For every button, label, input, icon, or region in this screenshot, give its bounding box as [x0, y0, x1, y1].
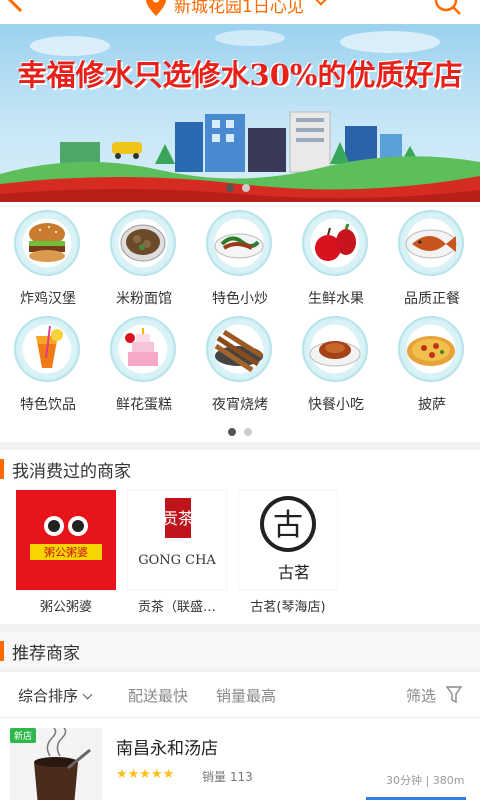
- location-pin-icon: [146, 0, 166, 16]
- merchant-logo: 粥公粥婆: [16, 490, 116, 590]
- visited-section-header: 我消费过的商家: [0, 450, 480, 486]
- pager-dot: [244, 428, 252, 436]
- section-title: 推荐商家: [12, 644, 80, 664]
- shop-card[interactable]: 新店 南昌永和汤店 ★★★★★ 销量 113 30分钟 | 380m: [0, 718, 480, 800]
- section-accent-bar: [0, 459, 4, 479]
- merchant-card[interactable]: 粥公粥婆 粥公粥婆: [16, 490, 116, 616]
- drink-icon: [14, 316, 80, 382]
- merchant-logo: 古 古茗: [238, 490, 338, 590]
- location-label[interactable]: 新城花园1日心见: [174, 0, 304, 17]
- category-item[interactable]: 快餐小吃: [288, 308, 384, 414]
- banner-pager: [226, 184, 250, 192]
- category-label: 夜宵烧烤: [212, 397, 268, 413]
- category-item[interactable]: 特色饮品: [0, 308, 96, 414]
- category-label: 米粉面馆: [116, 291, 172, 307]
- category-label: 特色饮品: [20, 397, 76, 413]
- burger-icon: [14, 210, 80, 276]
- recommend-section-header: 推荐商家: [0, 632, 480, 668]
- chevron-down-icon: [82, 689, 93, 700]
- bbq-icon: [206, 316, 272, 382]
- sort-option-sales[interactable]: 销量最高: [216, 685, 276, 706]
- stir-fry-icon: [206, 210, 272, 276]
- merchant-card[interactable]: 贡茶 GONG CHA 贡茶（联盛…: [127, 490, 227, 616]
- fast-food-icon: [302, 316, 368, 382]
- category-label: 披萨: [418, 397, 446, 413]
- search-icon[interactable]: [434, 0, 462, 16]
- category-item[interactable]: 披萨: [384, 308, 480, 414]
- filter-button[interactable]: 筛选: [406, 685, 436, 706]
- cake-icon: [110, 316, 176, 382]
- pizza-icon: [398, 316, 464, 382]
- rating-stars: ★★★★★: [116, 767, 175, 782]
- merchant-card[interactable]: 古 古茗 古茗(琴海店): [238, 490, 338, 616]
- category-item[interactable]: 炸鸡汉堡: [0, 202, 96, 308]
- new-shop-badge: 新店: [10, 728, 37, 743]
- merchant-logo-mark: 古: [273, 508, 303, 543]
- merchant-logo-sub: 贡茶: [162, 509, 194, 528]
- category-item[interactable]: 鲜花蛋糕: [96, 308, 192, 414]
- section-accent-bar: [0, 641, 4, 661]
- category-label: 特色小炒: [212, 291, 268, 307]
- promo-banner[interactable]: 幸福修水只选修水30%的优质好店: [0, 24, 480, 202]
- pager-dot-active: [226, 184, 234, 192]
- category-item[interactable]: 米粉面馆: [96, 202, 192, 308]
- top-bar: 新城花园1日心见: [0, 0, 480, 24]
- category-label: 鲜花蛋糕: [116, 397, 172, 413]
- category-item[interactable]: 夜宵烧烤: [192, 308, 288, 414]
- merchant-logo-text: 粥公粥婆: [44, 546, 88, 559]
- banner-title: 幸福修水只选修水30%的优质好店: [17, 58, 463, 92]
- sort-option-fastest[interactable]: 配送最快: [128, 685, 188, 706]
- category-label: 生鲜水果: [308, 291, 364, 307]
- filter-icon[interactable]: [446, 686, 462, 704]
- fish-dish-icon: [398, 210, 464, 276]
- merchant-logo-text: GONG CHA: [138, 553, 216, 568]
- back-arrow-icon[interactable]: [5, 0, 35, 13]
- merchant-logo: 贡茶 GONG CHA: [127, 490, 227, 590]
- visited-merchants-row: 粥公粥婆 粥公粥婆 贡茶 GONG CHA 贡茶（联盛… 古 古茗 古茗(琴海店…: [0, 484, 480, 624]
- category-label: 品质正餐: [404, 291, 460, 307]
- section-title: 我消费过的商家: [12, 462, 131, 482]
- shop-sales: 销量 113: [202, 770, 253, 784]
- category-item[interactable]: 品质正餐: [384, 202, 480, 308]
- sort-option-label: 综合排序: [18, 687, 79, 705]
- merchant-name: 粥公粥婆: [39, 600, 92, 615]
- banner-illustration: [0, 30, 480, 202]
- chevron-down-icon[interactable]: [315, 0, 327, 6]
- merchant-name: 贡茶（联盛…: [137, 600, 216, 615]
- sort-bar: 综合排序 配送最快 销量最高 筛选: [0, 672, 480, 718]
- category-label: 炸鸡汉堡: [20, 291, 76, 307]
- merchant-name: 古茗(琴海店): [250, 600, 326, 615]
- noodle-bowl-icon: [110, 210, 176, 276]
- pager-dot: [242, 184, 250, 192]
- fruit-icon: [302, 210, 368, 276]
- category-label: 快餐小吃: [308, 397, 364, 413]
- sort-option-default[interactable]: 综合排序: [18, 685, 93, 706]
- category-grid: 炸鸡汉堡 米粉面馆 特色小炒 生鲜水果 品质正餐 特色饮品 鲜花蛋糕 夜宵烧烤 …: [0, 202, 480, 442]
- delivery-meta: 30分钟 | 380m: [386, 774, 465, 787]
- pager-dot-active: [228, 428, 236, 436]
- shop-name: 南昌永和汤店: [116, 739, 218, 759]
- category-pager: [228, 428, 252, 436]
- category-item[interactable]: 生鲜水果: [288, 202, 384, 308]
- category-item[interactable]: 特色小炒: [192, 202, 288, 308]
- merchant-logo-text: 古茗: [278, 563, 310, 582]
